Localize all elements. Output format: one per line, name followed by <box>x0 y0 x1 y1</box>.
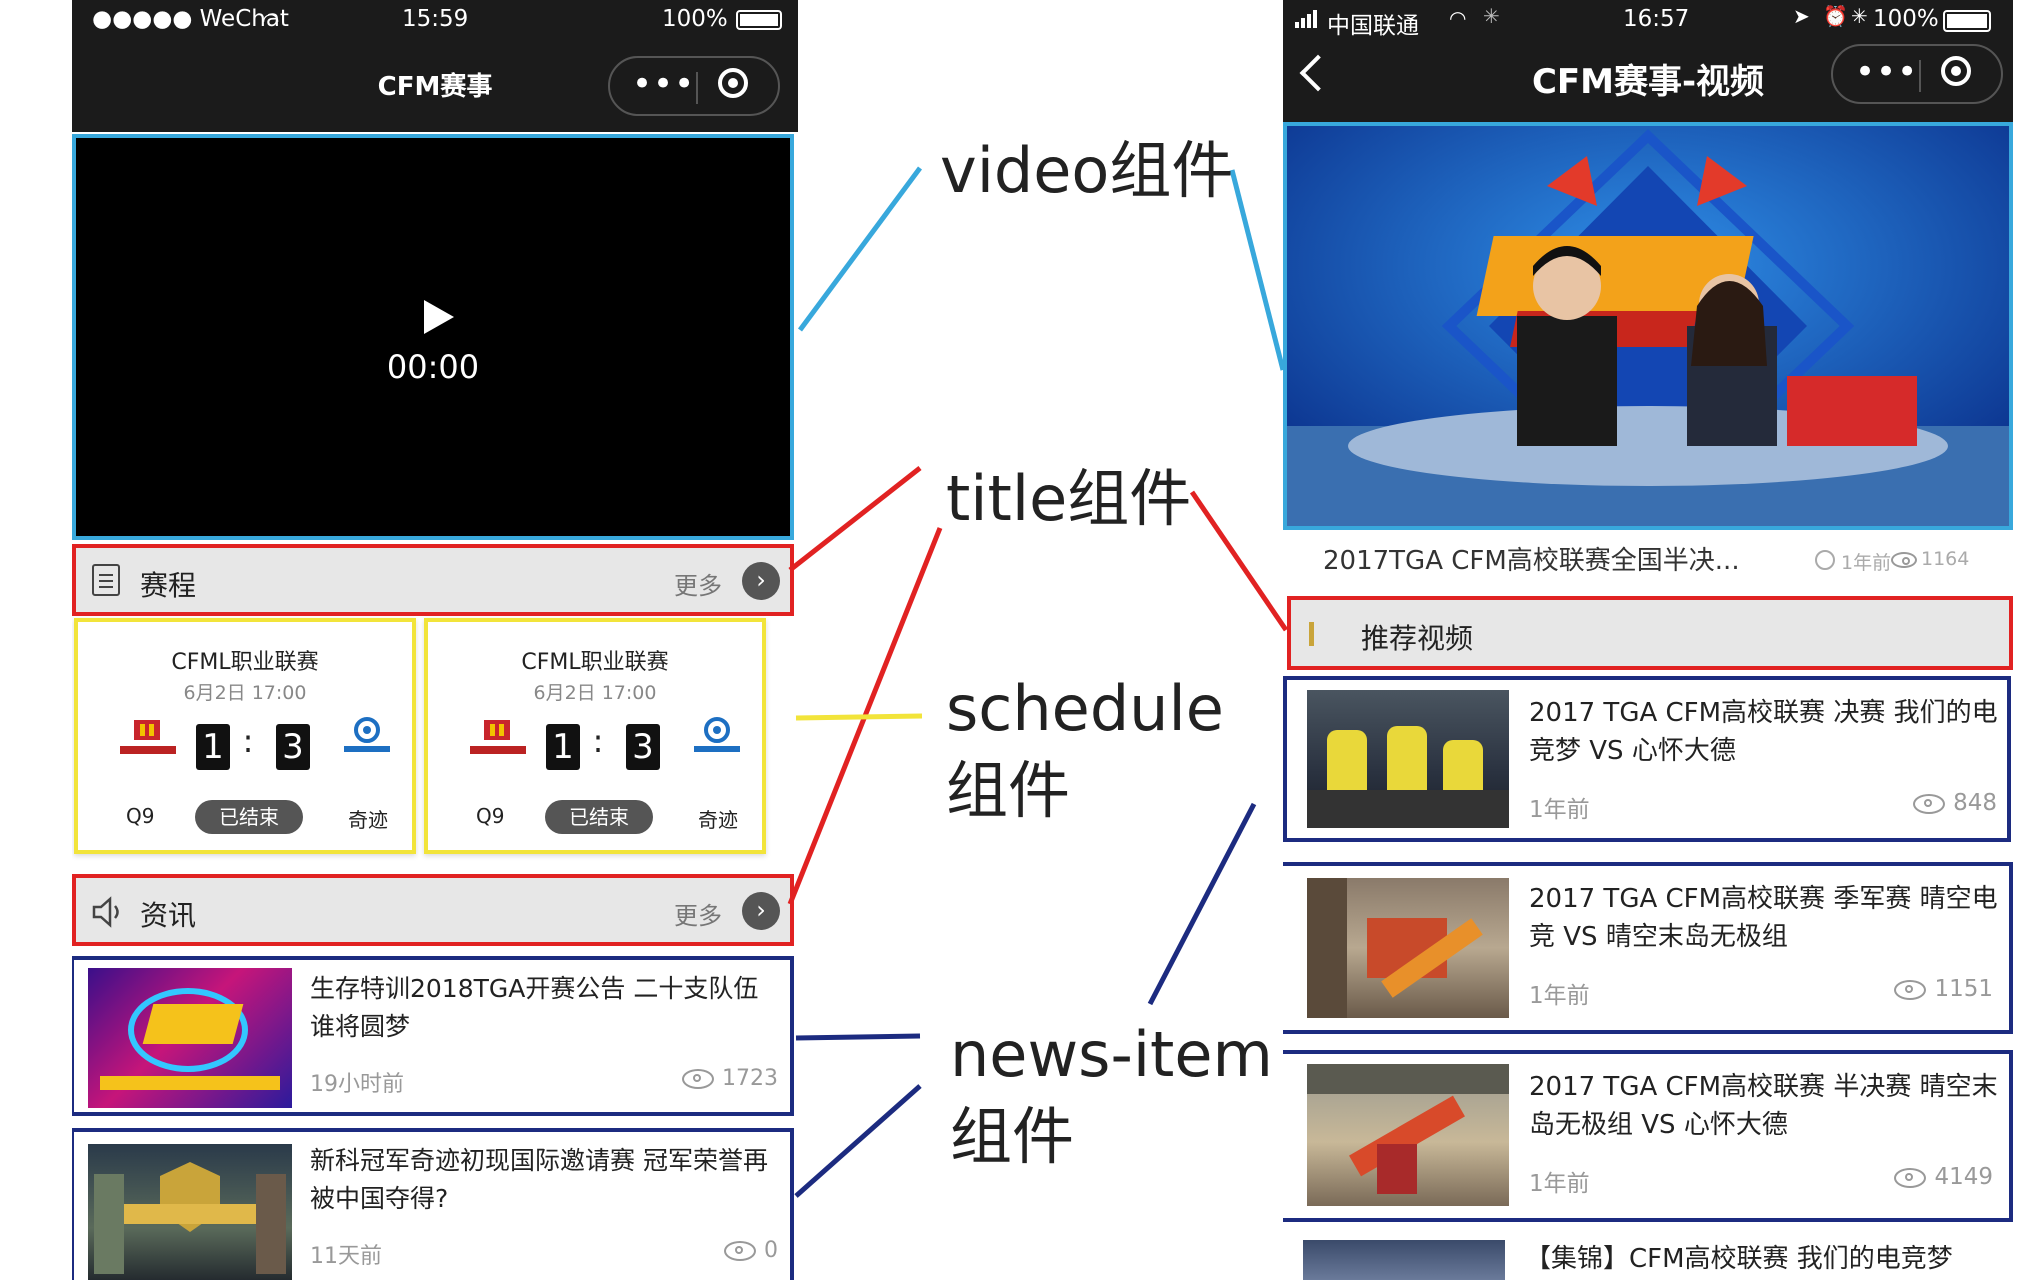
annotation-news-line1: news-item <box>950 1018 1273 1091</box>
schedule-connector <box>795 713 923 721</box>
title-connector-left-top <box>788 466 922 572</box>
annotation-news-line2: 组件 <box>950 1100 1075 1173</box>
video-connector-left <box>797 166 923 332</box>
news-connector-left-top <box>795 1033 921 1041</box>
video-connector-right <box>1229 169 1286 371</box>
title-connector-right <box>1189 490 1289 632</box>
annotation-title: title组件 <box>946 462 1192 535</box>
news-connector-right <box>1147 802 1257 1006</box>
annotation-video: video组件 <box>940 134 1234 207</box>
annotation-schedule-line1: schedule <box>946 672 1224 745</box>
news-connector-left-bottom <box>794 1084 922 1198</box>
annotation-schedule-line2: 组件 <box>946 754 1071 827</box>
